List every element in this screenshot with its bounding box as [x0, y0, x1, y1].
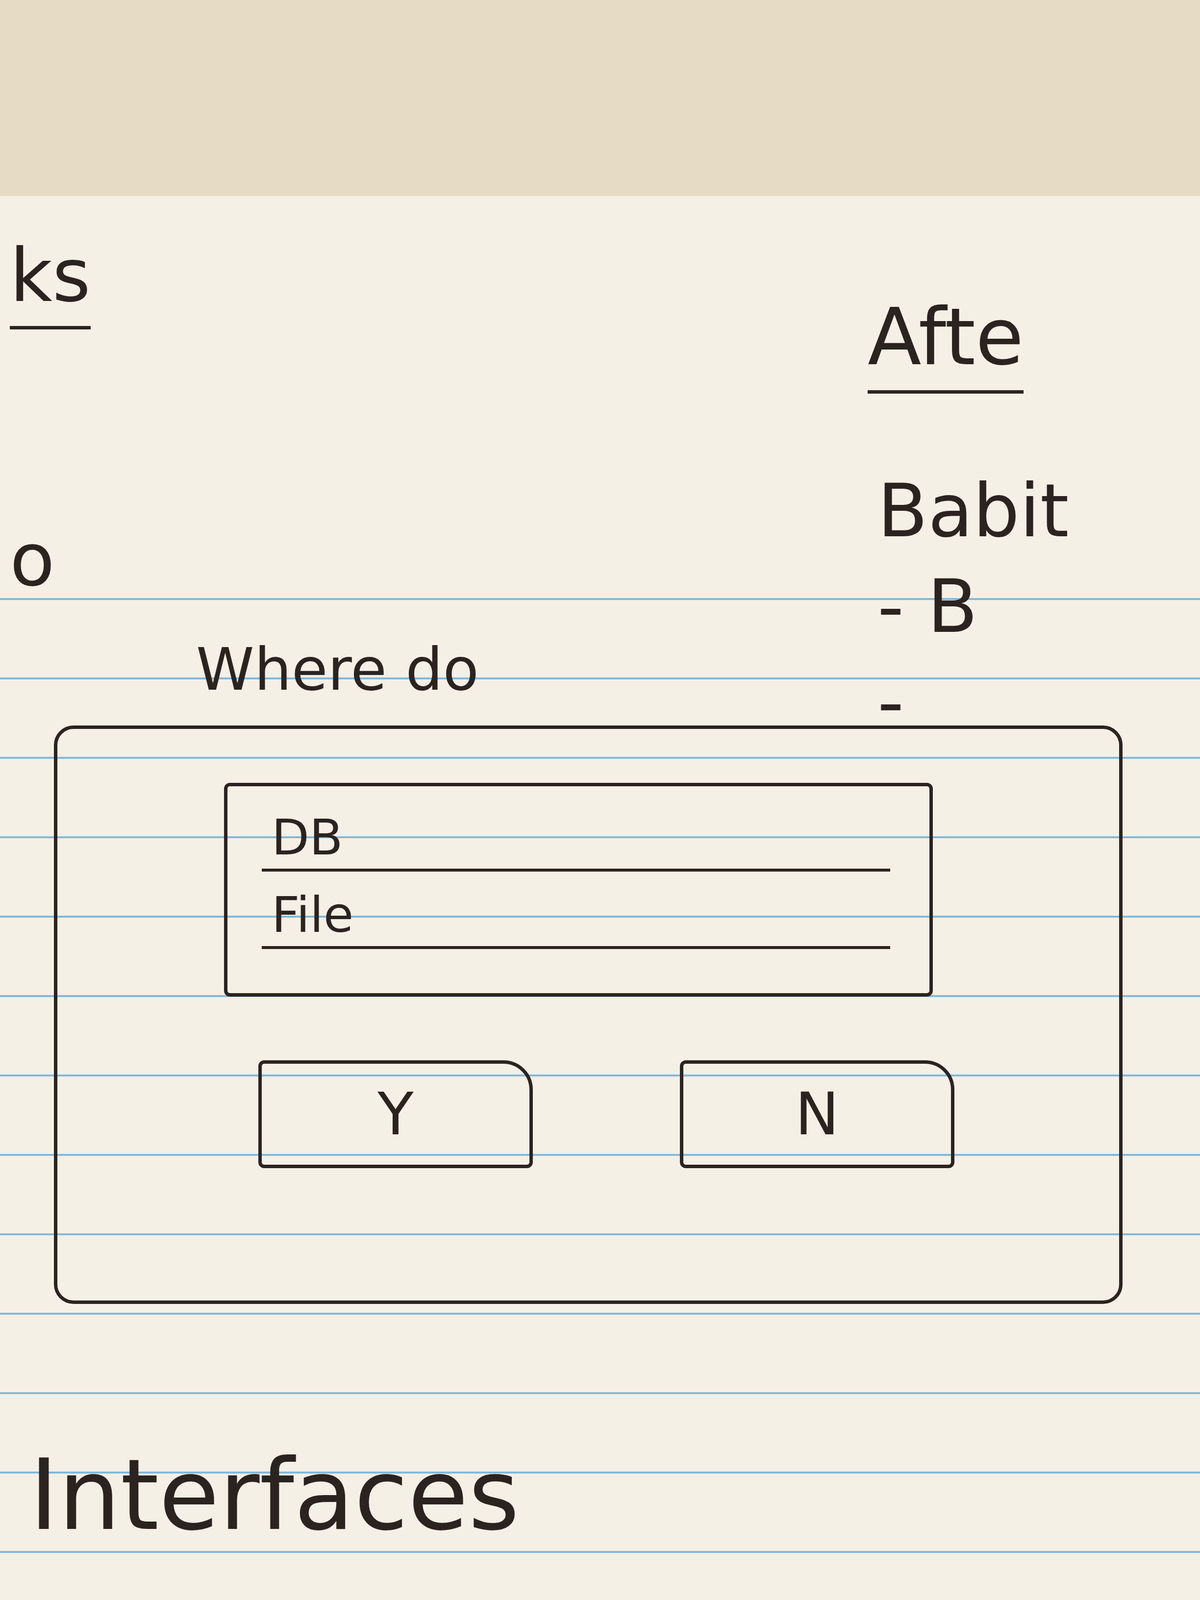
option-list: DB File	[224, 782, 933, 997]
left-heading: ks	[9, 235, 91, 330]
note-line: Babit	[877, 470, 1070, 552]
bottom-heading: Interfaces	[29, 1441, 520, 1550]
yes-button[interactable]: Y	[258, 1060, 533, 1169]
dialog-title: Where do	[196, 637, 479, 702]
no-button[interactable]: N	[679, 1060, 955, 1169]
right-heading: Afte	[867, 294, 1024, 394]
button-row: YN	[224, 1060, 933, 1169]
note-line: -	[877, 661, 1070, 743]
dialog-sketch: DBFileYN	[53, 725, 1123, 1304]
option-item[interactable]: File	[261, 883, 891, 950]
right-notes: Babit - B -	[877, 470, 1070, 743]
note-line: - B	[877, 566, 1070, 648]
left-mark: o	[9, 519, 55, 601]
option-item[interactable]: DB	[261, 805, 891, 872]
